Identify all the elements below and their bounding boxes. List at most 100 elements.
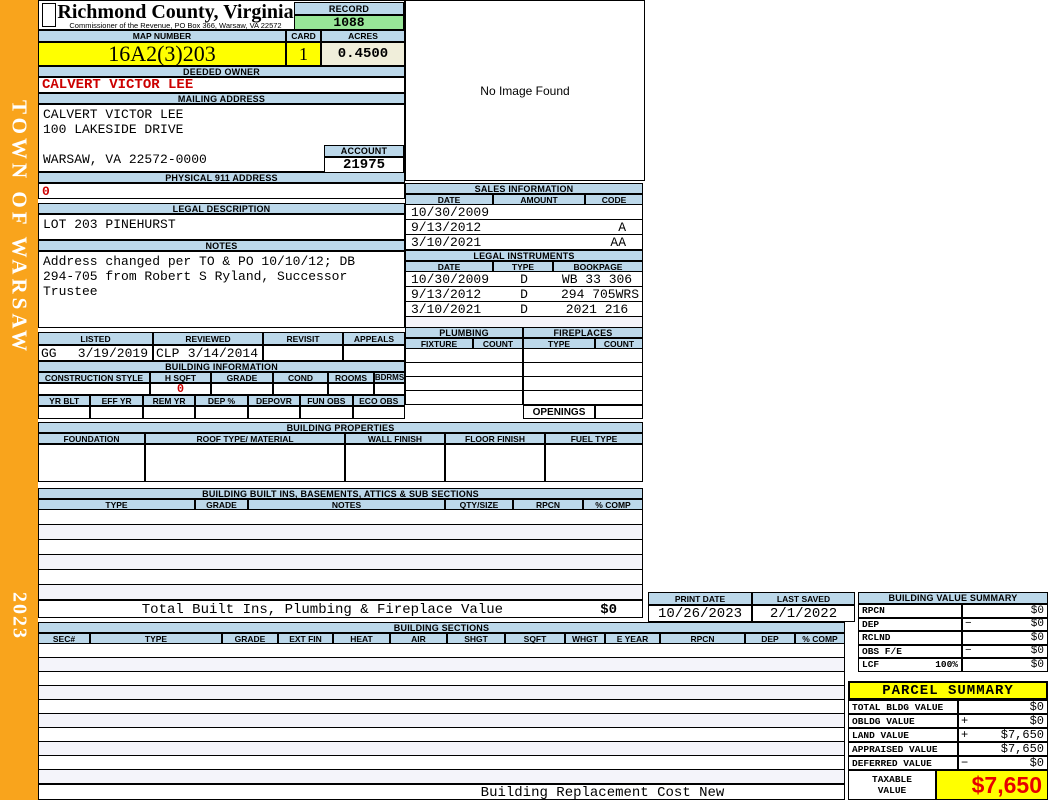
fun-obs-label: FUN OBS [300, 395, 353, 406]
mailing-line: 100 LAKESIDE DRIVE [43, 122, 184, 137]
map-value-row: 16A2(3)203 1 0.4500 [38, 42, 405, 66]
empty-row [38, 585, 643, 600]
listed-by: GG [41, 345, 57, 361]
dep-label: DEP [745, 633, 795, 644]
print-date-label: PRINT DATE [648, 592, 752, 605]
sale-code-label: CODE [585, 194, 643, 205]
sale-date: 3/10/2021 [411, 234, 482, 250]
wall-finish-label: WALL FINISH [345, 433, 445, 444]
town-label: TOWN OF WARSAW [7, 100, 32, 356]
empty-row [38, 525, 643, 540]
building-information-values-2 [38, 406, 405, 419]
grade-label: GRADE [222, 633, 278, 644]
sale-code: A [618, 219, 626, 235]
county-subtitle: Commissioner of the Revenue, PO Box 366,… [69, 21, 282, 30]
qty-size-label: QTY/SIZE [445, 499, 513, 510]
row-label: OBS F/E [862, 645, 902, 657]
taxable-value-label: TAXABLE VALUE [848, 770, 936, 800]
row-label: RPCN [862, 605, 885, 617]
instrument-type: D [520, 271, 528, 287]
empty-row [523, 349, 643, 363]
building-sections-rows [38, 644, 845, 784]
empty-row [38, 644, 845, 658]
physical-911-header: PHYSICAL 911 ADDRESS [38, 172, 405, 183]
image-panel: No Image Found [405, 0, 645, 181]
visits-header-row: LISTED REVIEWED REVISIT APPEALS [38, 332, 405, 345]
ext-fin-label: EXT FIN [278, 633, 333, 644]
openings-value [595, 405, 643, 419]
reviewed-by: CLP [156, 345, 180, 361]
instrument-date-label: DATE [405, 261, 493, 272]
appeals-label: APPEALS [343, 332, 405, 345]
empty-row [38, 570, 643, 585]
row-value: $0 [1030, 645, 1044, 658]
whgt-label: WHGT [565, 633, 605, 644]
plumbing-rows [405, 349, 523, 405]
building-properties-header: BUILDING PROPERTIES [38, 422, 643, 433]
print-date-value: 10/26/2023 [648, 605, 752, 622]
row-label: DEFERRED VALUE [852, 757, 932, 769]
grade-label: GRADE [195, 499, 248, 510]
sales-row: 9/13/2012 A [405, 220, 643, 235]
building-properties-columns: FOUNDATION ROOF TYPE/ MATERIAL WALL FINI… [38, 433, 643, 444]
sales-information-header: SALES INFORMATION [405, 183, 643, 194]
fixture-count-label: COUNT [473, 338, 523, 349]
fireplaces-columns: TYPE COUNT [523, 338, 643, 349]
row-label: DEP [862, 618, 880, 630]
row-op: − [961, 756, 969, 770]
last-saved-value: 2/1/2022 [752, 605, 855, 622]
building-sections-columns: SEC# TYPE GRADE EXT FIN HEAT AIR SHGT SQ… [38, 633, 845, 644]
listed-date: 3/19/2019 [77, 345, 148, 361]
plumbing-columns: FIXTURE COUNT [405, 338, 523, 349]
empty-row [405, 363, 523, 377]
summary-row: OBS F/E − $0 [858, 644, 1048, 658]
type-label: TYPE [90, 633, 222, 644]
eco-obs-label: ECO OBS [352, 395, 405, 406]
card-value: 1 [286, 42, 321, 66]
sale-code: AA [610, 234, 626, 250]
empty-row [523, 391, 643, 405]
row-label: RCLND [862, 632, 891, 644]
instruments-rows: 10/30/2009 D WB 33 306 9/13/2012 D 294 7… [405, 272, 643, 330]
appeals-cell [343, 345, 405, 361]
lcf-percent: 100% [935, 659, 958, 671]
shgt-label: SHGT [447, 633, 505, 644]
pct-comp-label: % COMP [795, 633, 845, 644]
empty-row [38, 510, 643, 525]
dep-pct-label: DEP % [195, 395, 248, 406]
empty-row [38, 728, 845, 742]
rem-yr-label: REM YR [142, 395, 196, 406]
row-value: $7,650 [1000, 728, 1044, 742]
summary-row: TOTAL BLDG VALUE $0 [848, 700, 1048, 714]
mailing-line: WARSAW, VA 22572-0000 [43, 152, 207, 167]
revisit-cell [263, 345, 343, 361]
floor-finish-value [445, 444, 545, 482]
reviewed-label: REVIEWED [153, 332, 263, 345]
revisit-label: REVISIT [263, 332, 343, 345]
row-value: $0 [1029, 756, 1044, 770]
replacement-cost-label: Building Replacement Cost New [480, 785, 725, 801]
empty-row [38, 770, 845, 784]
building-information-columns-1: CONSTRUCTION STYLE H SQFT GRADE COND ROO… [38, 372, 405, 383]
listed-label: LISTED [38, 332, 153, 345]
sale-amount-label: AMOUNT [493, 194, 585, 205]
empty-row [38, 742, 845, 756]
row-value: $0 [1030, 631, 1044, 644]
instruments-columns: DATE TYPE BOOKPAGE [405, 261, 643, 272]
roof-type-value [145, 444, 345, 482]
row-op: − [965, 645, 972, 658]
instrument-type-label: TYPE [493, 261, 553, 272]
summary-row: RCLND $0 [858, 631, 1048, 645]
grade-label: GRADE [211, 372, 273, 383]
physical-911-value: 0 [38, 183, 405, 199]
map-number-value: 16A2(3)203 [38, 42, 286, 66]
building-sections-header: BUILDING SECTIONS [38, 622, 845, 633]
empty-row [38, 672, 845, 686]
sqft-label: SQFT [505, 633, 565, 644]
foundation-value [38, 444, 145, 482]
instrument-bookpage: 2021 216 [565, 301, 629, 317]
building-information-values-1: 0 [38, 383, 405, 395]
sale-date: 9/13/2012 [411, 219, 482, 235]
instrument-row: 10/30/2009 D WB 33 306 [405, 272, 643, 287]
year-label: 2023 [8, 592, 31, 640]
